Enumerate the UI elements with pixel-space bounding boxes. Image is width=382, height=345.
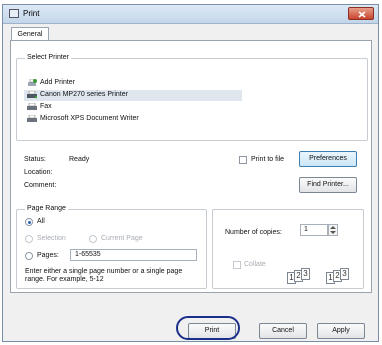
copies-label: Number of copies: <box>225 229 282 236</box>
window-title: Print <box>23 9 40 18</box>
close-button[interactable] <box>348 7 374 20</box>
printer-item-label: Canon MP270 series Printer <box>40 91 128 98</box>
selection-radio <box>25 235 33 243</box>
apply-button[interactable]: Apply <box>317 323 365 339</box>
printer-icon <box>9 9 19 18</box>
printer-item-label: Fax <box>40 103 52 110</box>
select-printer-label: Select Printer <box>25 54 72 61</box>
close-icon <box>358 11 366 18</box>
copies-spinner[interactable] <box>328 224 338 236</box>
title-bar: Print <box>3 5 378 24</box>
printer-item-label: Microsoft XPS Document Writer <box>40 115 139 122</box>
page-range-label: Page Range <box>25 205 68 212</box>
page-range-group: Page Range All Selection Current Page Pa… <box>16 205 207 289</box>
collate-checkbox <box>233 261 241 269</box>
printer-item-fax[interactable]: Fax <box>24 102 242 113</box>
spinner-arrows-icon <box>330 226 336 234</box>
all-radio[interactable] <box>25 218 33 226</box>
print-to-file-checkbox[interactable] <box>239 156 247 164</box>
print-dialog: Print General Select Printer Add Printer… <box>2 4 379 342</box>
fax-icon <box>27 103 37 110</box>
printer-item-xps[interactable]: Microsoft XPS Document Writer <box>24 114 242 125</box>
copies-input[interactable]: 1 <box>300 224 328 236</box>
status-value: Ready <box>69 156 90 163</box>
find-printer-button[interactable]: Find Printer... <box>299 177 357 193</box>
comment-label: Comment: <box>24 182 57 189</box>
page-range-help: Enter either a single page number or a s… <box>25 268 183 283</box>
cancel-button[interactable]: Cancel <box>259 323 307 339</box>
current-page-label: Current Page <box>101 235 143 242</box>
selection-label: Selection <box>37 235 66 242</box>
current-page-radio <box>89 235 97 243</box>
all-label: All <box>37 218 45 225</box>
general-panel: Select Printer Add Printer Canon MP270 s… <box>10 40 372 293</box>
print-button-highlight <box>176 316 240 340</box>
printer-icon <box>27 115 37 122</box>
add-printer-icon <box>28 79 37 86</box>
printer-list[interactable]: Add Printer Canon MP270 series Printer F… <box>24 72 242 132</box>
printer-item-label: Add Printer <box>40 79 76 86</box>
printer-icon <box>27 91 37 99</box>
preferences-button[interactable]: Preferences <box>299 151 357 167</box>
pages-input[interactable]: 1-65535 <box>70 249 197 261</box>
printer-item-canon[interactable]: Canon MP270 series Printer <box>24 90 242 101</box>
pages-label: Pages: <box>37 252 59 259</box>
status-label: Status: <box>24 156 46 163</box>
collate-label: Collate <box>244 261 266 268</box>
location-label: Location: <box>24 169 53 176</box>
print-to-file-label: Print to file <box>251 156 285 163</box>
pages-radio[interactable] <box>25 252 33 260</box>
tab-general[interactable]: General <box>11 27 49 41</box>
printer-item-add-printer[interactable]: Add Printer <box>24 78 242 89</box>
